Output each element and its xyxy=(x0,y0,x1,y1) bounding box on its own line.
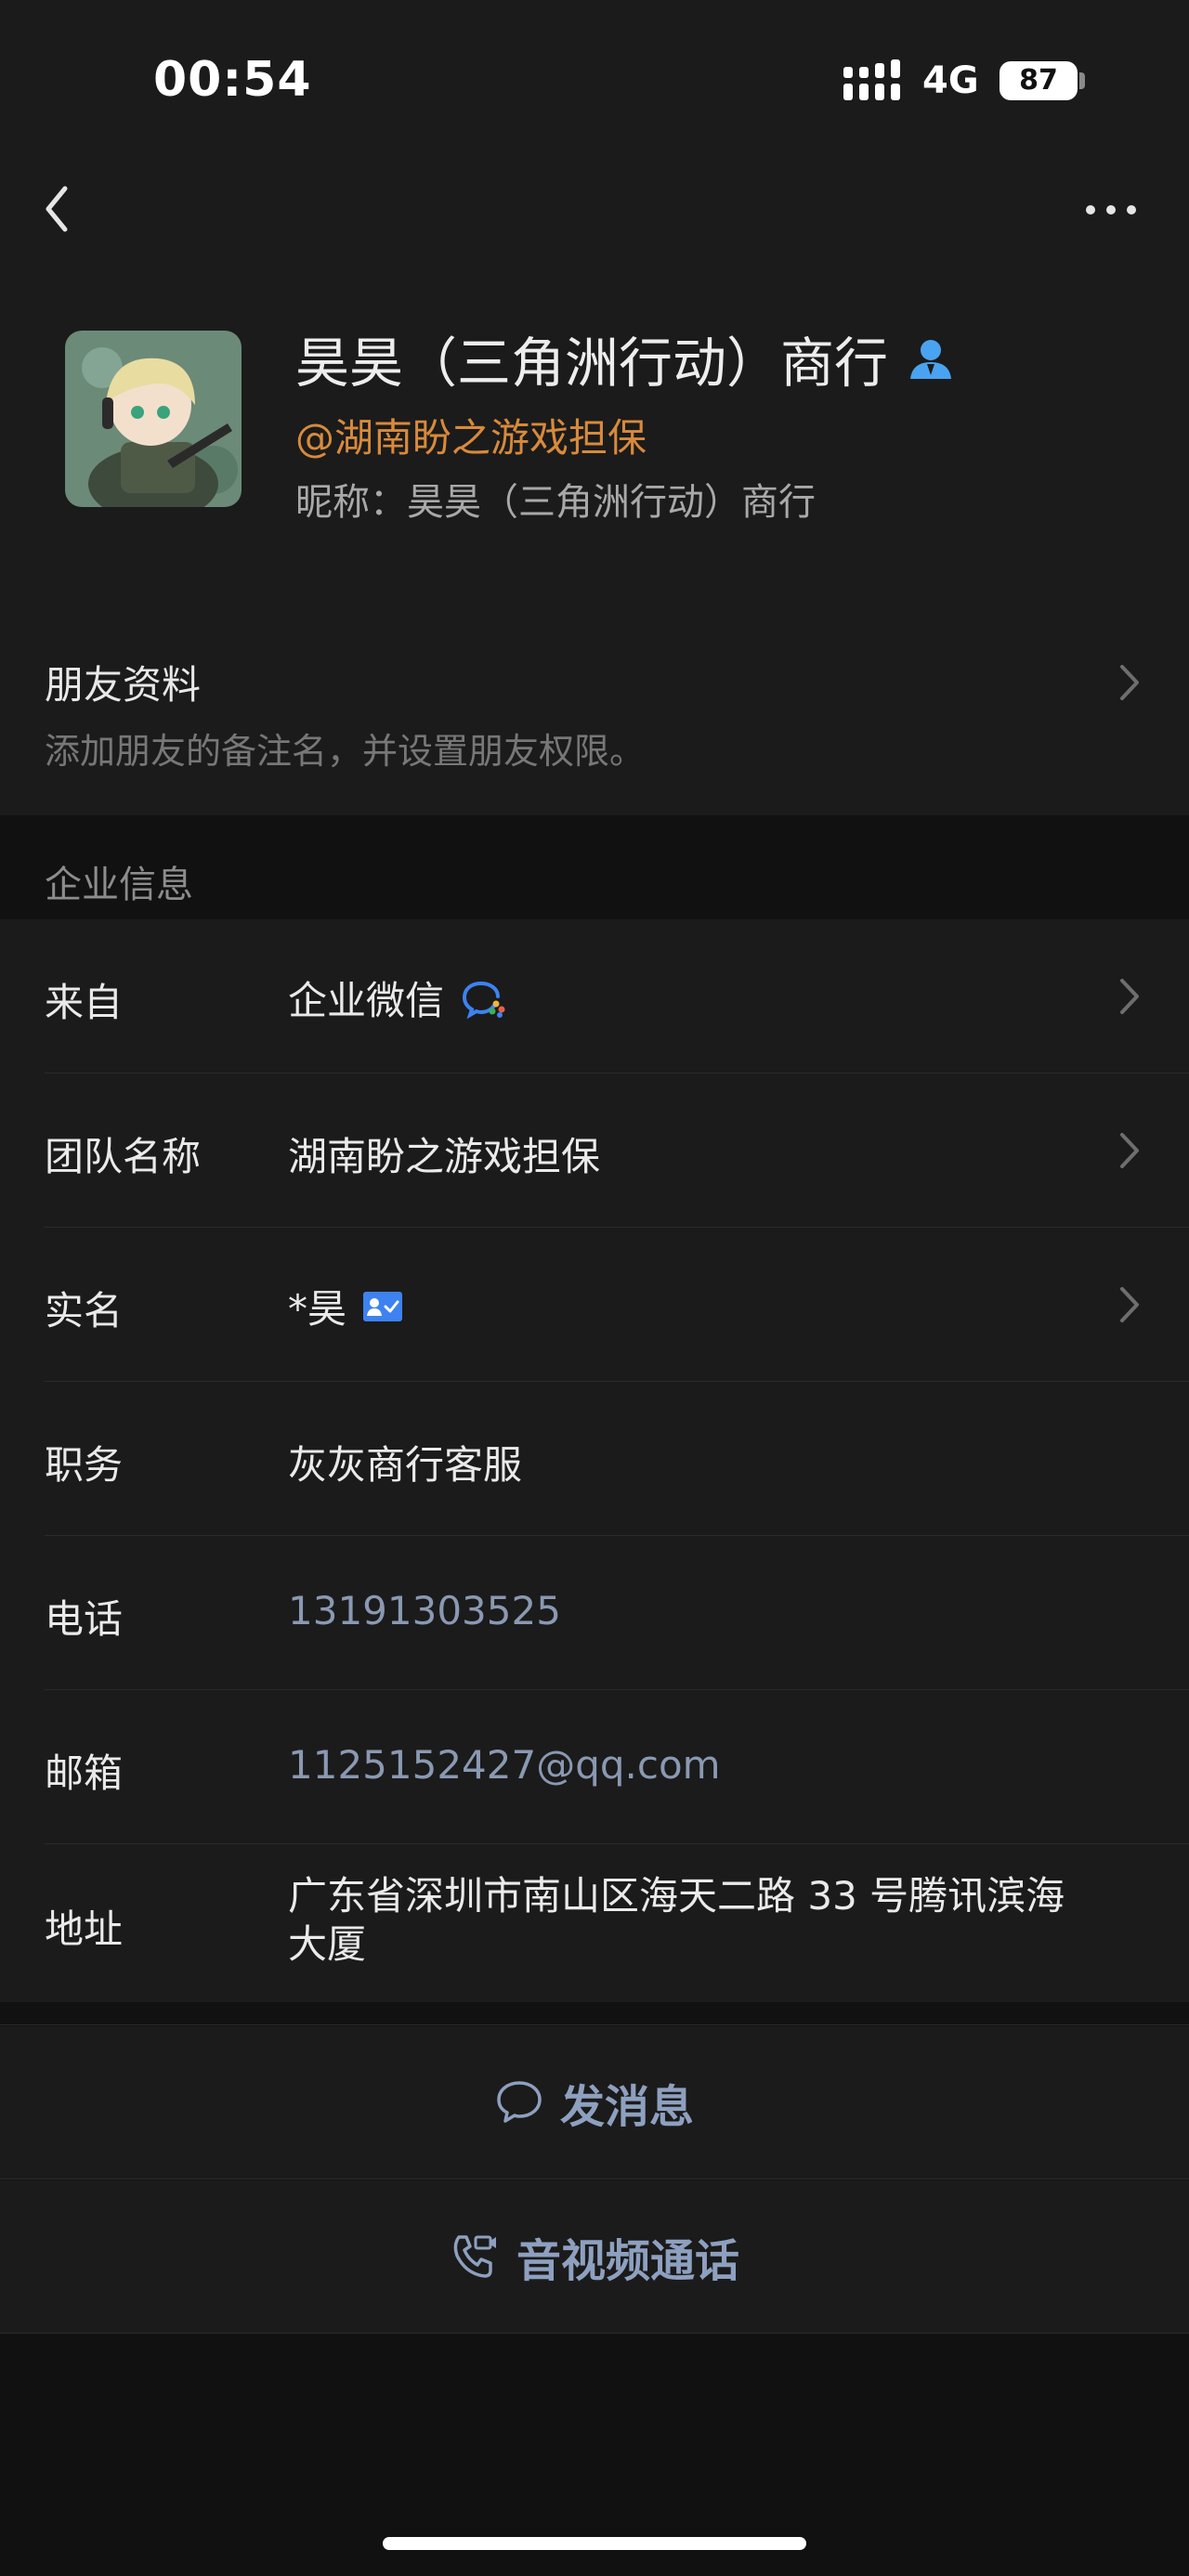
phone-video-icon xyxy=(453,2235,496,2278)
divider xyxy=(0,2024,1189,2025)
row-label: 地址 xyxy=(45,1906,124,1952)
team-name-value: 湖南盼之游戏担保 xyxy=(288,1134,601,1179)
row-real-name[interactable]: 实名 *昊 xyxy=(0,1228,1189,1382)
chevron-right-icon xyxy=(1120,1287,1139,1322)
id-card-verified-icon xyxy=(363,1291,403,1321)
send-message-label: 发消息 xyxy=(559,2081,694,2133)
position-value: 灰灰商行客服 xyxy=(288,1442,523,1488)
row-address: 地址 广东省深圳市南山区海天二路 33 号腾讯滨海 大厦 xyxy=(0,1844,1189,2002)
name-row: 昊昊（三角洲行动）商行 xyxy=(295,321,955,396)
chevron-right-icon xyxy=(1120,1133,1139,1168)
profile-header: 昊昊（三角洲行动）商行 @湖南盼之游戏担保 昵称：昊昊（三角洲行动）商行 xyxy=(0,149,1189,609)
section-title-enterprise: 企业信息 xyxy=(45,864,193,906)
send-message-button[interactable]: 发消息 xyxy=(0,2026,1189,2179)
nickname-value: 昊昊（三角洲行动）商行 xyxy=(407,481,816,524)
wecom-icon xyxy=(463,981,505,1019)
chevron-left-icon[interactable] xyxy=(37,181,78,237)
avatar[interactable] xyxy=(65,331,242,507)
more-dots-icon[interactable] xyxy=(1083,201,1139,219)
row-label: 电话 xyxy=(45,1596,124,1642)
game-character-avatar xyxy=(65,331,242,507)
battery-level: 87 xyxy=(1019,64,1058,97)
row-label: 团队名称 xyxy=(45,1134,202,1179)
row-phone[interactable]: 电话 13191303525 xyxy=(0,1536,1189,1690)
video-call-button[interactable]: 音视频通话 xyxy=(0,2180,1189,2333)
row-label: 实名 xyxy=(45,1288,124,1334)
battery-icon: 87 xyxy=(1000,61,1078,100)
signal-icon xyxy=(843,59,900,100)
enterprise-user-icon xyxy=(910,340,952,379)
row-value: 企业微信 xyxy=(288,969,505,1026)
row-email[interactable]: 邮箱 1125152427@qq.com xyxy=(0,1690,1189,1844)
phone-link[interactable]: 13191303525 xyxy=(288,1588,561,1633)
nickname: 昵称：昊昊（三角洲行动）商行 xyxy=(295,472,816,526)
chevron-right-icon xyxy=(1120,979,1139,1014)
nickname-label: 昵称： xyxy=(295,481,407,524)
send-message-content: 发消息 xyxy=(0,2026,1189,2179)
address-line-1: 广东省深圳市南山区海天二路 33 号腾讯滨海 xyxy=(288,1873,1065,1919)
row-from[interactable]: 来自 企业微信 xyxy=(0,919,1189,1073)
real-name-value: *昊 xyxy=(288,1286,347,1332)
status-bar: 00:54 4G 87 xyxy=(0,0,1189,149)
friend-info-title: 朋友资料 xyxy=(45,662,202,708)
battery-cap xyxy=(1079,72,1085,89)
from-value: 企业微信 xyxy=(288,978,445,1023)
address-value: 广东省深圳市南山区海天二路 33 号腾讯滨海 大厦 xyxy=(288,1872,1065,1969)
row-value: *昊 xyxy=(288,1278,403,1334)
friend-info-subtitle: 添加朋友的备注名，并设置朋友权限。 xyxy=(45,731,646,772)
row-position: 职务 灰灰商行客服 xyxy=(0,1382,1189,1536)
display-name: 昊昊（三角洲行动）商行 xyxy=(295,332,889,395)
chat-bubble-icon xyxy=(497,2081,542,2123)
status-time: 00:54 xyxy=(153,52,312,108)
network-type: 4G xyxy=(922,59,979,102)
row-label: 职务 xyxy=(45,1442,124,1488)
row-label: 邮箱 xyxy=(45,1750,124,1796)
friend-info-row[interactable]: 朋友资料 添加朋友的备注名，并设置朋友权限。 xyxy=(0,609,1189,815)
video-call-content: 音视频通话 xyxy=(0,2180,1189,2333)
chevron-right-icon xyxy=(1120,665,1139,700)
enterprise-info-list: 来自 企业微信 团队名称 湖南盼之游戏担保 实名 *昊 职务 灰灰商行客服 电话… xyxy=(0,919,1189,2002)
email-link[interactable]: 1125152427@qq.com xyxy=(288,1742,721,1788)
company-tag[interactable]: @湖南盼之游戏担保 xyxy=(295,407,647,463)
address-line-2: 大厦 xyxy=(288,1921,367,1967)
video-call-label: 音视频通话 xyxy=(516,2235,739,2287)
row-team-name[interactable]: 团队名称 湖南盼之游戏担保 xyxy=(0,1073,1189,1228)
row-label: 来自 xyxy=(45,980,124,1025)
home-indicator[interactable] xyxy=(383,2537,806,2550)
divider xyxy=(0,2333,1189,2334)
